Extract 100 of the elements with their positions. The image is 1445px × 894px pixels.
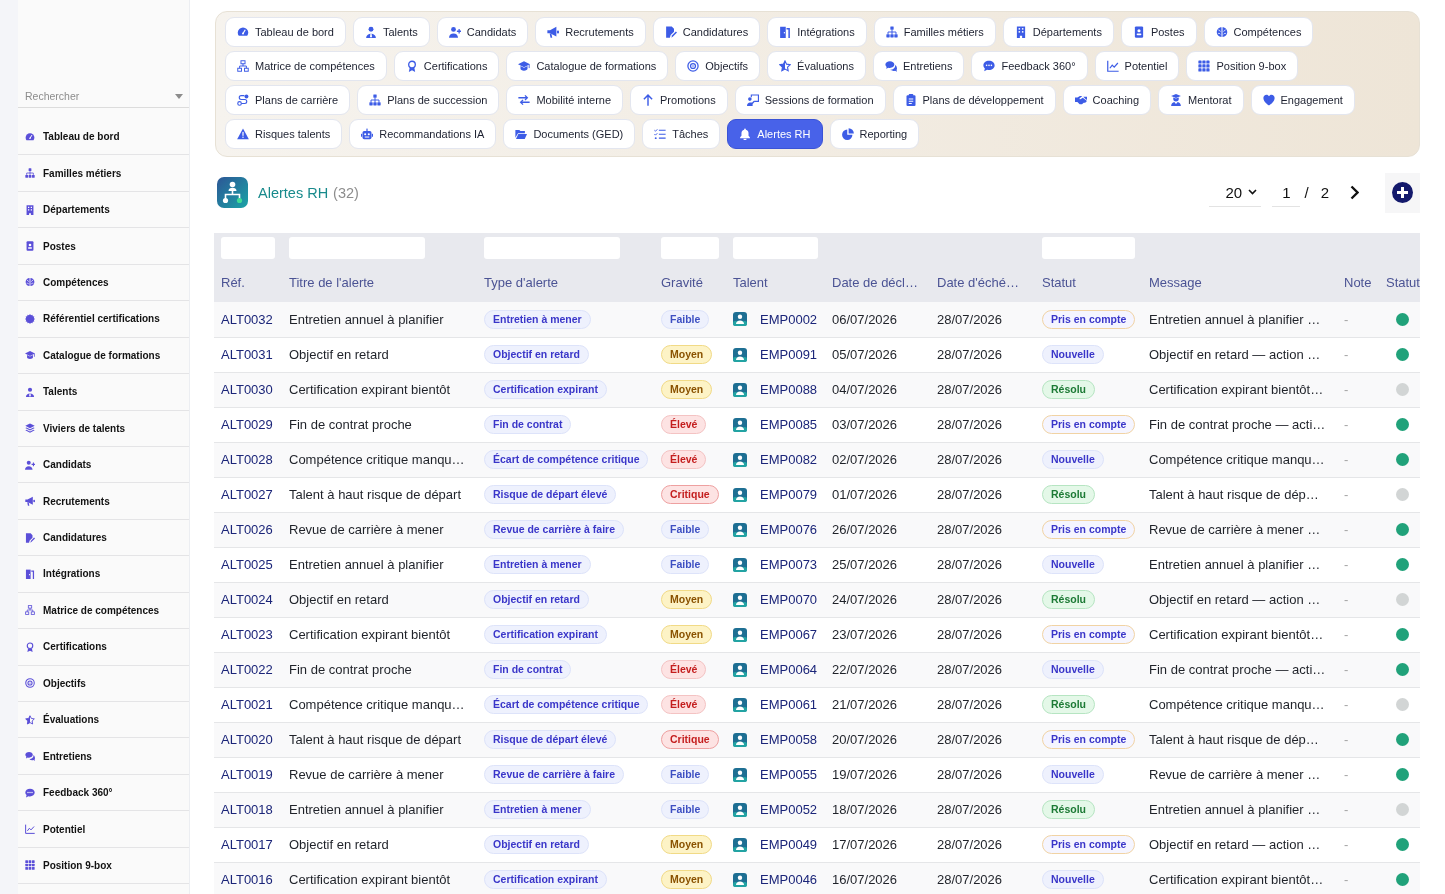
talent-link[interactable]: EMP0061 <box>760 697 818 712</box>
nav-tab[interactable]: Position 9-box <box>1186 51 1299 81</box>
nav-tab[interactable]: Candidatures <box>652 17 761 47</box>
nav-tab[interactable]: Compétences <box>1203 17 1314 47</box>
sidebar-item[interactable]: Évaluations <box>18 702 189 739</box>
nav-tab[interactable]: Plans de succession <box>357 85 500 115</box>
alert-ref-link[interactable]: ALT0030 <box>221 382 273 397</box>
talent-link[interactable]: EMP0070 <box>760 592 818 607</box>
talent-link[interactable]: EMP0091 <box>760 347 818 362</box>
nav-tab[interactable]: Matrice de compétences <box>225 51 387 81</box>
talent-link[interactable]: EMP0002 <box>760 311 818 327</box>
sidebar-item[interactable]: Départements <box>18 191 189 229</box>
grid-icon <box>1198 60 1211 72</box>
nav-tab[interactable]: Postes <box>1120 17 1197 47</box>
sidebar-item[interactable]: Potentiel <box>18 811 189 848</box>
sidebar-item[interactable]: Feedback 360° <box>18 774 189 812</box>
nav-tab[interactable]: Sessions de formation <box>734 85 886 115</box>
alert-ref-link[interactable]: ALT0025 <box>221 557 273 572</box>
nav-tab[interactable]: Familles métiers <box>873 17 996 47</box>
add-button[interactable] <box>1385 172 1420 213</box>
nav-tab[interactable]: Départements <box>1002 17 1114 47</box>
alert-ref-link[interactable]: ALT0024 <box>221 592 273 607</box>
caret-down-icon <box>175 93 183 99</box>
nav-tab[interactable]: Catalogue de formations <box>506 51 669 81</box>
nav-tab[interactable]: Évaluations <box>767 51 866 81</box>
nav-tab[interactable]: Tâches <box>642 119 721 149</box>
alert-ref-link[interactable]: ALT0022 <box>221 662 273 677</box>
sidebar-item[interactable]: Référentiel certifications <box>18 301 189 338</box>
sidebar-item[interactable]: Objectifs <box>18 665 189 702</box>
page-field[interactable]: 1 <box>1272 178 1301 207</box>
nav-tab[interactable]: Promotions <box>630 85 728 115</box>
nav-tab[interactable]: Certifications <box>393 51 500 81</box>
page-size-select[interactable]: 20 <box>1209 178 1262 207</box>
sidebar-item[interactable]: Familles métiers <box>18 155 189 192</box>
nav-tab[interactable]: Recommandations IA <box>349 119 497 149</box>
nav-tab[interactable]: Plans de développement <box>892 85 1056 115</box>
sidebar-item[interactable]: Intégrations <box>18 556 189 593</box>
sidebar-item[interactable]: Talents <box>18 374 189 411</box>
alert-ref-link[interactable]: ALT0027 <box>221 487 273 502</box>
sidebar-item[interactable]: Recrutements <box>18 483 189 520</box>
nav-tab[interactable]: Talents <box>352 17 430 47</box>
talent-link[interactable]: EMP0076 <box>760 522 818 537</box>
sidebar-item[interactable]: Candidats <box>18 446 189 484</box>
nav-tab[interactable]: Engagement <box>1250 85 1355 115</box>
nav-tab[interactable]: Mobilité interne <box>506 85 624 115</box>
talent-link[interactable]: EMP0067 <box>760 627 818 642</box>
sidebar-item[interactable]: Compétences <box>18 264 189 302</box>
nav-tab[interactable]: Documents (GED) <box>503 119 636 149</box>
nav-tab[interactable]: Risques talents <box>225 119 343 149</box>
talent-link[interactable]: EMP0058 <box>760 732 818 747</box>
talent-link[interactable]: EMP0055 <box>760 767 818 782</box>
talent-link[interactable]: EMP0085 <box>760 417 818 432</box>
target-icon <box>687 60 700 72</box>
status-badge: Nouvelle <box>1042 450 1104 469</box>
alert-ref-link[interactable]: ALT0029 <box>221 417 273 432</box>
talent-link[interactable]: EMP0052 <box>760 802 818 817</box>
sidebar-item[interactable]: Matrice de compétences <box>18 592 189 630</box>
talent-link[interactable]: EMP0046 <box>760 872 818 887</box>
sidebar-item[interactable]: Viviers de talents <box>18 410 189 447</box>
talent-link[interactable]: EMP0064 <box>760 662 818 677</box>
sidebar-item[interactable]: Catalogue de formations <box>18 337 189 375</box>
alert-ref-link[interactable]: ALT0028 <box>221 452 273 467</box>
nav-tab[interactable]: Entretiens <box>872 51 965 81</box>
search-field[interactable]: Rechercher <box>18 84 189 108</box>
talent-link[interactable]: EMP0088 <box>760 382 818 397</box>
nav-tab[interactable]: Objectifs <box>675 51 761 81</box>
nav-tab[interactable]: Feedback 360° <box>971 51 1088 81</box>
nav-tab[interactable]: Mentorat <box>1158 85 1244 115</box>
person-avatar-icon <box>733 767 747 782</box>
sidebar-item[interactable]: Candidatures <box>18 519 189 557</box>
nav-tab[interactable]: Coaching <box>1062 85 1152 115</box>
alert-ref-link[interactable]: ALT0032 <box>221 311 273 327</box>
alert-ref-link[interactable]: ALT0023 <box>221 627 273 642</box>
talent-link[interactable]: EMP0073 <box>760 557 818 572</box>
sidebar-item[interactable]: Entretiens <box>18 738 189 775</box>
sidebar-item[interactable]: Tableau de bord <box>18 119 189 156</box>
sidebar-item[interactable]: Certifications <box>18 629 189 666</box>
nav-tab[interactable]: Reporting <box>829 119 920 149</box>
nav-tab[interactable]: Potentiel <box>1094 51 1180 81</box>
nav-tab[interactable]: Alertes RH <box>727 119 823 149</box>
sidebar-item[interactable]: Postes <box>18 228 189 265</box>
talent-link[interactable]: EMP0079 <box>760 487 818 502</box>
nav-tab[interactable]: Intégrations <box>767 17 867 47</box>
sidebar-item[interactable]: Position 9-box <box>18 847 189 885</box>
talent-link[interactable]: EMP0082 <box>760 452 818 467</box>
nav-tab[interactable]: Tableau de bord <box>225 17 346 47</box>
alert-ref-link[interactable]: ALT0020 <box>221 732 273 747</box>
nav-tab[interactable]: Candidats <box>436 17 529 47</box>
alert-ref-link[interactable]: ALT0026 <box>221 522 273 537</box>
alert-ref-link[interactable]: ALT0018 <box>221 802 273 817</box>
alert-ref-link[interactable]: ALT0019 <box>221 767 273 782</box>
alert-ref-link[interactable]: ALT0031 <box>221 347 273 362</box>
alert-ref-link[interactable]: ALT0021 <box>221 697 273 712</box>
nav-tab[interactable]: Recrutements <box>535 17 646 47</box>
building-icon <box>25 204 35 215</box>
severity-badge: Élevé <box>661 415 707 434</box>
nav-tab[interactable]: Plans de carrière <box>225 85 351 115</box>
talent-link[interactable]: EMP0049 <box>760 837 818 852</box>
alert-ref-link[interactable]: ALT0017 <box>221 837 273 852</box>
alert-ref-link[interactable]: ALT0016 <box>221 872 273 887</box>
